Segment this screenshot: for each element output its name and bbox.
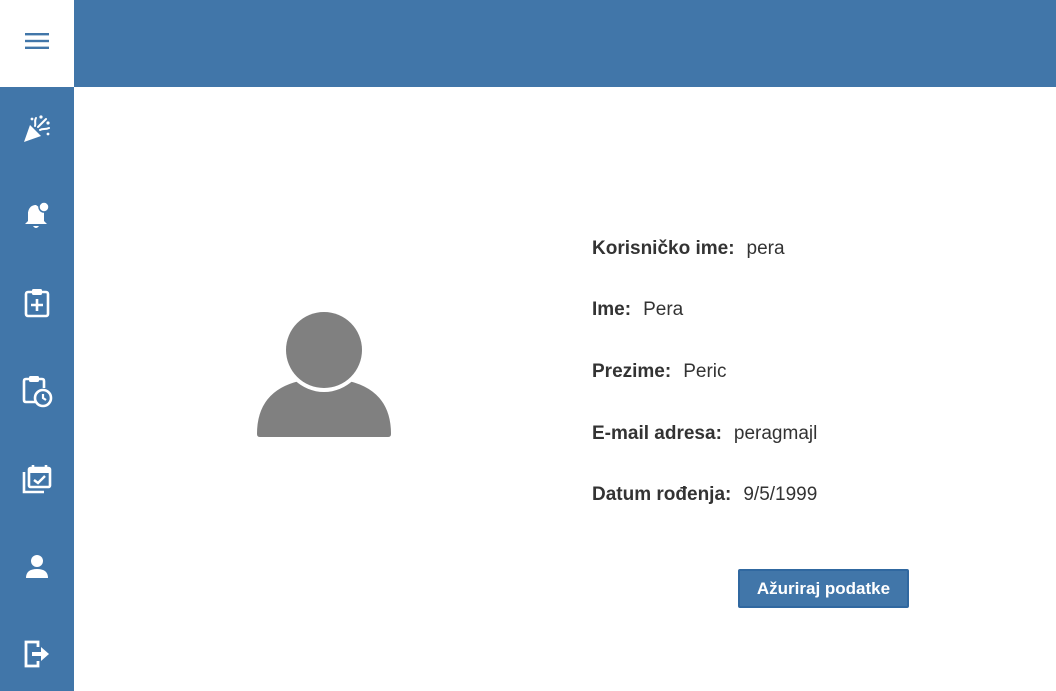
- clipboard-plus-icon: [23, 287, 51, 324]
- username-label: Korisničko ime:: [592, 238, 735, 259]
- clipboard-clock-icon: [21, 374, 53, 413]
- birth-date-row: Datum rođenja: 9/5/1999: [592, 482, 817, 508]
- sidebar-item-events[interactable]: [0, 103, 74, 159]
- notification-bell-icon: [22, 200, 52, 237]
- last-name-label: Prezime:: [592, 361, 672, 382]
- email-value: peragmajl: [733, 423, 818, 444]
- username-value: pera: [746, 238, 785, 259]
- first-name-value: Pera: [643, 299, 684, 320]
- sidebar-item-notifications[interactable]: [0, 190, 74, 246]
- menu-toggle-button[interactable]: [0, 0, 74, 87]
- sidebar-item-add-request[interactable]: [0, 277, 74, 333]
- calendar-check-icon: [21, 463, 53, 500]
- profile-avatar: [255, 308, 393, 438]
- email-row: E-mail adresa: peragmajl: [592, 421, 817, 447]
- username-row: Korisničko ime: pera: [592, 236, 785, 262]
- update-profile-button[interactable]: Ažuriraj podatke: [738, 569, 909, 608]
- last-name-value: Peric: [683, 361, 727, 382]
- user-icon: [23, 553, 51, 586]
- sidebar-item-approved[interactable]: [0, 453, 74, 509]
- user-avatar-icon: [255, 308, 393, 442]
- last-name-row: Prezime: Peric: [592, 359, 727, 385]
- sidebar: [0, 87, 74, 691]
- first-name-row: Ime: Pera: [592, 297, 683, 323]
- birth-date-label: Datum rođenja:: [592, 484, 732, 505]
- party-popper-icon: [21, 113, 53, 150]
- sidebar-item-logout[interactable]: [0, 628, 74, 684]
- top-bar: [74, 0, 1056, 87]
- birth-date-value: 9/5/1999: [743, 484, 818, 505]
- logout-icon: [22, 638, 52, 675]
- sidebar-item-profile[interactable]: [0, 541, 74, 597]
- email-label: E-mail adresa:: [592, 423, 722, 444]
- hamburger-menu-icon: [24, 31, 50, 56]
- sidebar-item-pending[interactable]: [0, 365, 74, 421]
- first-name-label: Ime:: [592, 299, 632, 320]
